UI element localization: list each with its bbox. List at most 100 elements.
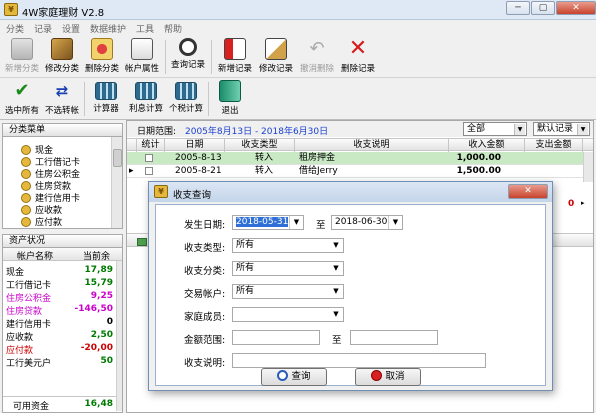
chevron-down-icon: ▼: [289, 216, 303, 229]
menu-record[interactable]: 记录: [34, 22, 52, 35]
account-icon: [21, 169, 31, 179]
delete-category-button[interactable]: 删除分类: [82, 38, 122, 76]
stat-checkbox[interactable]: [145, 167, 153, 175]
category-select[interactable]: 所有 ▼: [232, 261, 344, 276]
date-range-label: 日期范围:: [137, 127, 177, 137]
maximize-icon: ▢: [538, 3, 548, 13]
amount-from-input[interactable]: [232, 330, 320, 345]
interest-calculator-button[interactable]: 利息计算: [126, 80, 166, 118]
col-expense[interactable]: 支出金额: [525, 139, 583, 152]
amount-label: 金额范围:: [184, 335, 226, 346]
dialog-close-button[interactable]: ✕: [508, 184, 548, 199]
search-records-button[interactable]: 查询记录: [168, 38, 208, 76]
account-icon: [21, 157, 31, 167]
record-filter-select[interactable]: 全部 ▼: [463, 122, 527, 136]
select-all-button[interactable]: ✔ 选中所有: [2, 80, 42, 118]
chevron-down-icon: ▼: [333, 310, 339, 318]
asset-name: 工行借记卡: [6, 281, 52, 291]
account-select[interactable]: 所有 ▼: [232, 284, 344, 299]
asset-row[interactable]: 应付款 -20,00: [3, 343, 116, 356]
account-properties-button[interactable]: 帐户属性: [122, 38, 162, 76]
tree-item-payables[interactable]: 应付款: [21, 215, 62, 228]
add-record-button[interactable]: 新增记录: [215, 38, 255, 76]
menu-tools[interactable]: 工具: [136, 22, 154, 35]
menu-bar: 分类 记录 设置 数据维护 工具 帮助: [0, 20, 596, 36]
asset-name: 住房贷款: [6, 307, 43, 317]
stat-checkbox[interactable]: [145, 154, 153, 162]
asset-row[interactable]: 工行借记卡 15,79: [3, 278, 116, 291]
close-button[interactable]: ✕: [556, 1, 596, 15]
col-type[interactable]: 收支类型: [225, 139, 295, 152]
type-select[interactable]: 所有 ▼: [232, 238, 344, 253]
date-to-picker[interactable]: 2018-06-30 ▼: [331, 215, 403, 230]
delete-record-button[interactable]: ✕ 删除记录: [338, 38, 378, 76]
records-rows: 2005-8-13 转入 租房押金 1,000.00 ▸ 2005-8-21 转入 借给Jer…: [127, 152, 583, 178]
undo-delete-button[interactable]: ↶ 撤消删除: [297, 38, 337, 76]
member-label: 家庭成员:: [184, 312, 226, 323]
asset-name: 建行信用卡: [6, 320, 52, 330]
record-sort-select[interactable]: 默认记录 ▼: [533, 122, 590, 136]
check-icon: ✔: [14, 80, 30, 101]
tax-calculator-button[interactable]: 个税计算: [166, 80, 206, 118]
maximize-button[interactable]: ▢: [531, 1, 555, 15]
col-income[interactable]: 收入金额: [449, 139, 525, 152]
available-funds-value: 16,48: [84, 399, 113, 409]
col-balance: 当前余: [83, 252, 111, 262]
record-type: 转入: [255, 153, 274, 163]
date-from-picker[interactable]: 2018-05-31 ▼: [232, 215, 304, 230]
record-date: 2005-8-13: [175, 153, 222, 163]
record-description: 租房押金: [299, 153, 336, 163]
available-funds-row: 可用资金 16,48: [3, 396, 116, 412]
chevron-down-icon: ▼: [333, 287, 339, 295]
asset-name: 工行美元户: [6, 359, 52, 369]
description-label: 收支说明:: [184, 358, 226, 369]
delete-folder-icon: [91, 38, 113, 60]
dialog-logo-icon: ¥: [154, 185, 168, 198]
asset-row[interactable]: 应收款 2,50: [3, 330, 116, 343]
menu-settings[interactable]: 设置: [62, 22, 80, 35]
account-properties-icon: [131, 38, 153, 60]
col-description[interactable]: 收支说明: [295, 139, 449, 152]
add-category-button[interactable]: 新增分类: [2, 38, 42, 76]
edit-category-button[interactable]: 修改分类: [42, 38, 82, 76]
date-range-value[interactable]: 2005年8月13日 - 2018年6月30日: [185, 124, 328, 137]
deselect-transfer-button[interactable]: ⇄ 不选转帐: [42, 80, 82, 118]
amount-to-input[interactable]: [350, 330, 438, 345]
toolbar-separator: [165, 40, 166, 74]
col-stat[interactable]: 统计: [137, 139, 165, 152]
query-button[interactable]: 查询: [261, 368, 327, 386]
menu-category[interactable]: 分类: [6, 22, 24, 35]
scrollbar-thumb[interactable]: [113, 149, 122, 167]
asset-balance: 2,50: [90, 330, 113, 340]
asset-row[interactable]: 现金 17,89: [3, 265, 116, 278]
asset-row[interactable]: 建行信用卡 0: [3, 317, 116, 330]
menu-data-maintenance[interactable]: 数据维护: [90, 22, 126, 35]
exit-button[interactable]: 退出: [210, 80, 250, 118]
account-icon: [21, 145, 31, 155]
row-indicator: ▸: [129, 166, 134, 176]
menu-help[interactable]: 帮助: [164, 22, 182, 35]
toolbar-separator: [208, 82, 209, 116]
chevron-down-icon: ▼: [333, 264, 339, 272]
edit-record-button[interactable]: 修改记录: [256, 38, 296, 76]
type-label: 收支类型:: [184, 243, 226, 254]
date-label: 发生日期:: [184, 220, 226, 231]
assets-scrollbar[interactable]: [116, 261, 122, 411]
minimize-button[interactable]: ─: [506, 1, 530, 15]
record-row[interactable]: ▸ 2005-8-21 转入 借给Jerry 1,500.00: [127, 165, 583, 178]
chevron-right-icon[interactable]: ▸: [581, 199, 585, 207]
records-scrollbar[interactable]: [583, 152, 593, 182]
description-input[interactable]: [232, 353, 486, 368]
record-row[interactable]: 2005-8-13 转入 租房押金 1,000.00: [127, 152, 583, 165]
asset-row[interactable]: 工行美元户 50: [3, 356, 116, 369]
cancel-button[interactable]: 取消: [355, 368, 421, 386]
category-scrollbar[interactable]: [111, 137, 122, 228]
asset-row[interactable]: 住房贷款 -146,50: [3, 304, 116, 317]
col-date[interactable]: 日期: [165, 139, 225, 152]
member-select[interactable]: ▼: [232, 307, 344, 322]
date-range-separator: 至: [316, 220, 326, 231]
app-logo-icon: ¥: [4, 3, 18, 16]
calculator-button[interactable]: 计算器: [86, 80, 126, 118]
asset-row[interactable]: 住房公积金 9,25: [3, 291, 116, 304]
category-tree[interactable]: 现金 工行借记卡 住房公积金 住房贷款 建行信用卡 应收款 应付款: [2, 137, 123, 229]
